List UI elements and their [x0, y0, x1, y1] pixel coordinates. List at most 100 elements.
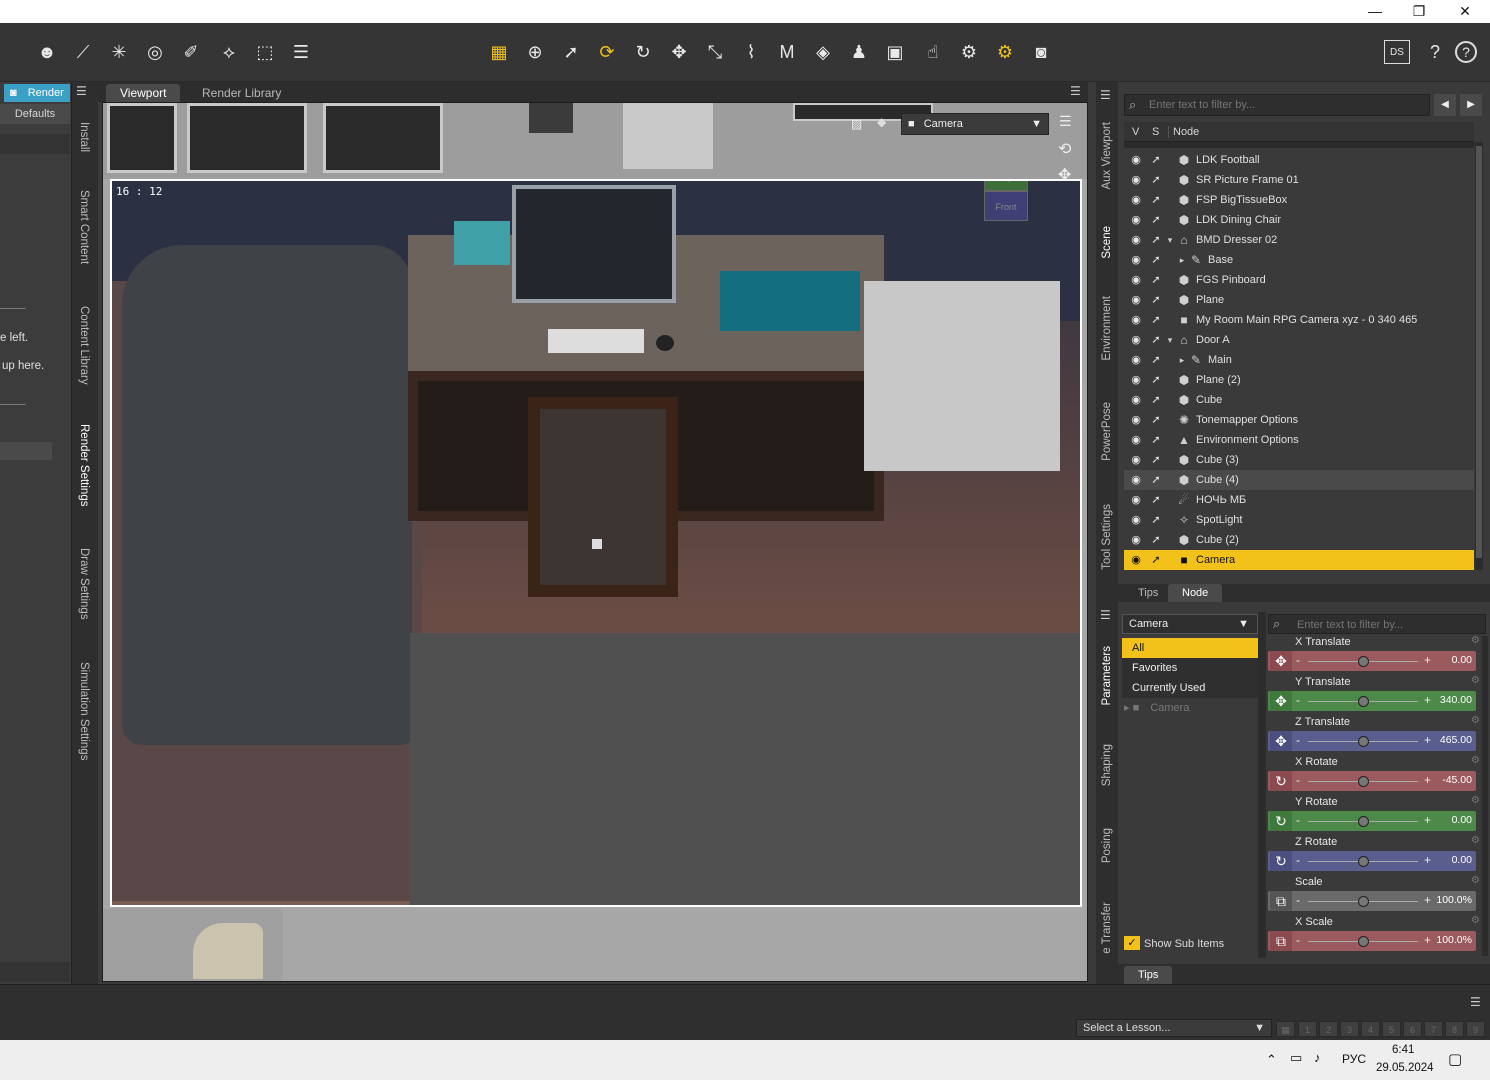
tab-posing[interactable]: Posing: [1101, 828, 1113, 863]
scene-row[interactable]: ◉ ➚ ▾ ⌂ Door A: [1124, 330, 1474, 350]
slider-track[interactable]: ✥ - +0.00: [1268, 651, 1476, 671]
visibility-eye-icon[interactable]: ◉: [1128, 250, 1144, 270]
scene-row[interactable]: ◉ ➚ ☄ НОЧЬ МБ: [1124, 490, 1474, 510]
lesson-page-button[interactable]: 2: [1319, 1021, 1338, 1037]
visibility-eye-icon[interactable]: ◉: [1128, 550, 1144, 570]
viewport[interactable]: ▨ ◆ ■ Camera ▼ ☰ ⟲ ✥ ⌕ ⛶ ⇡ 16 : 12 Top F…: [102, 102, 1088, 982]
slider-track[interactable]: ✥ - +465.00: [1268, 731, 1476, 751]
translate-icon[interactable]: ✥: [664, 37, 694, 67]
draw-style-icon[interactable]: ▨: [851, 117, 862, 131]
tab-viewport[interactable]: Viewport: [106, 84, 181, 102]
param-filter[interactable]: ⌕: [1268, 614, 1486, 634]
gear-icon[interactable]: ⚙: [1471, 915, 1480, 926]
gear-icon[interactable]: ⚙: [1471, 675, 1480, 686]
lesson-page-button[interactable]: 5: [1382, 1021, 1401, 1037]
lesson-page-button[interactable]: 9: [1466, 1021, 1485, 1037]
parameter-value[interactable]: 100.0%: [1436, 894, 1472, 906]
visibility-eye-icon[interactable]: ◉: [1128, 150, 1144, 170]
parameter-value[interactable]: 0.00: [1452, 814, 1472, 826]
slider-track[interactable]: ✥ - +340.00: [1268, 691, 1476, 711]
gear-icon[interactable]: ⚙: [1471, 795, 1480, 806]
gear-icon[interactable]: ⚙: [1471, 715, 1480, 726]
spot-render-icon[interactable]: ⚙: [954, 37, 984, 67]
scene-row[interactable]: ◉ ➚ ⬢ LDK Dining Chair: [1124, 210, 1474, 230]
parameter-slider[interactable]: Y Translate ✥ - +340.00 ⚙: [1268, 675, 1480, 716]
parameter-slider[interactable]: Y Rotate ↻ - +0.00 ⚙: [1268, 795, 1480, 836]
selectable-arrow-icon[interactable]: ➚: [1148, 290, 1164, 310]
viewport-menu-icon[interactable]: ☰: [1059, 113, 1072, 130]
camera-select[interactable]: ■ Camera ▼: [901, 113, 1049, 135]
visibility-eye-icon[interactable]: ◉: [1128, 370, 1144, 390]
decrement-button[interactable]: -: [1296, 653, 1300, 667]
visibility-eye-icon[interactable]: ◉: [1128, 410, 1144, 430]
panel-menu-icon[interactable]: ☰: [76, 84, 87, 98]
defaults-button[interactable]: Defaults: [0, 104, 70, 124]
selectable-arrow-icon[interactable]: ➚: [1148, 470, 1164, 490]
decrement-button[interactable]: -: [1296, 893, 1300, 907]
lesson-page-button[interactable]: 3: [1340, 1021, 1359, 1037]
increment-button[interactable]: +: [1424, 853, 1431, 867]
tab-shaping[interactable]: Shaping: [1101, 744, 1113, 786]
tab-tool-settings[interactable]: Tool Settings: [1101, 504, 1113, 570]
view-cube-top[interactable]: Top: [984, 181, 1028, 191]
visibility-eye-icon[interactable]: ◉: [1128, 490, 1144, 510]
lesson-page-button[interactable]: 7: [1424, 1021, 1443, 1037]
column-node[interactable]: Node: [1168, 126, 1199, 138]
scene-row[interactable]: ◉ ➚ ▸ ✎ Base: [1124, 250, 1474, 270]
gear-icon[interactable]: ⚙: [1471, 875, 1480, 886]
param-scrollbar[interactable]: [1482, 636, 1488, 956]
close-button[interactable]: ✕: [1442, 0, 1488, 23]
selectable-arrow-icon[interactable]: ➚: [1148, 150, 1164, 170]
scene-row[interactable]: ◉ ➚ ✧ SpotLight: [1124, 510, 1474, 530]
panel-menu-icon[interactable]: ☰: [1070, 84, 1081, 98]
scene-row[interactable]: ◉ ➚ ■ Camera: [1124, 550, 1474, 570]
wand-icon[interactable]: ⟋: [68, 37, 98, 67]
slider-knob[interactable]: [1358, 776, 1369, 787]
tab-simulation-settings[interactable]: Simulation Settings: [78, 662, 90, 760]
tab-install[interactable]: Install: [78, 122, 90, 152]
chevron-up-icon[interactable]: ⌃: [1266, 1052, 1277, 1068]
scene-row[interactable]: ◉ ➚ ▾ ⌂ BMD Dresser 02: [1124, 230, 1474, 250]
universal-icon[interactable]: ⊕: [520, 37, 550, 67]
transform-icon[interactable]: ⬚: [250, 37, 280, 67]
tab-environment[interactable]: Environment: [1101, 296, 1113, 361]
morph-icon[interactable]: M: [772, 37, 802, 67]
param-filter-input[interactable]: [1297, 617, 1481, 633]
parameter-slider[interactable]: X Rotate ↻ - + -45.00 ⚙: [1268, 755, 1480, 796]
visibility-eye-icon[interactable]: ◉: [1128, 190, 1144, 210]
volume-icon[interactable]: ♪: [1314, 1050, 1321, 1065]
scene-filter-input[interactable]: [1149, 97, 1425, 113]
increment-button[interactable]: +: [1424, 773, 1431, 787]
column-selectable[interactable]: S: [1152, 126, 1159, 138]
selectable-arrow-icon[interactable]: ➚: [1148, 530, 1164, 550]
tab-node[interactable]: Node: [1168, 584, 1223, 602]
visibility-eye-icon[interactable]: ◉: [1128, 390, 1144, 410]
rotate-active-icon[interactable]: ⟳: [592, 37, 622, 67]
slider-track[interactable]: ⧉ - +100.0%: [1268, 931, 1476, 951]
scale-icon[interactable]: ⤡: [700, 37, 730, 67]
slider-knob[interactable]: [1358, 696, 1369, 707]
slider-track[interactable]: ↻ - + -45.00: [1268, 771, 1476, 791]
parameter-value[interactable]: 340.00: [1440, 694, 1472, 706]
gear-icon[interactable]: ⚙: [1471, 835, 1480, 846]
lesson-page-button[interactable]: 4: [1361, 1021, 1380, 1037]
selectable-arrow-icon[interactable]: ➚: [1148, 450, 1164, 470]
select-icon[interactable]: ➚: [556, 37, 586, 67]
lesson-select[interactable]: Select a Lesson... ▼: [1076, 1019, 1272, 1037]
scene-filter[interactable]: ⌕: [1124, 94, 1430, 116]
selectable-arrow-icon[interactable]: ➚: [1148, 490, 1164, 510]
selectable-arrow-icon[interactable]: ➚: [1148, 170, 1164, 190]
tab-tips[interactable]: Tips: [1124, 584, 1172, 602]
visibility-eye-icon[interactable]: ◉: [1128, 350, 1144, 370]
figure-pose-icon[interactable]: ♟: [844, 37, 874, 67]
scene-row[interactable]: ◉ ➚ ⬢ Cube: [1124, 390, 1474, 410]
slider-track[interactable]: ↻ - +0.00: [1268, 811, 1476, 831]
minimize-button[interactable]: —: [1352, 0, 1398, 23]
increment-button[interactable]: +: [1424, 933, 1431, 947]
sparkle-icon[interactable]: ✳: [104, 37, 134, 67]
parameter-value[interactable]: 0.00: [1452, 854, 1472, 866]
decrement-button[interactable]: -: [1296, 853, 1300, 867]
settings-field[interactable]: [0, 442, 52, 460]
orbit-icon[interactable]: ⟲: [1058, 139, 1071, 159]
help-icon[interactable]: ?: [1455, 41, 1477, 63]
